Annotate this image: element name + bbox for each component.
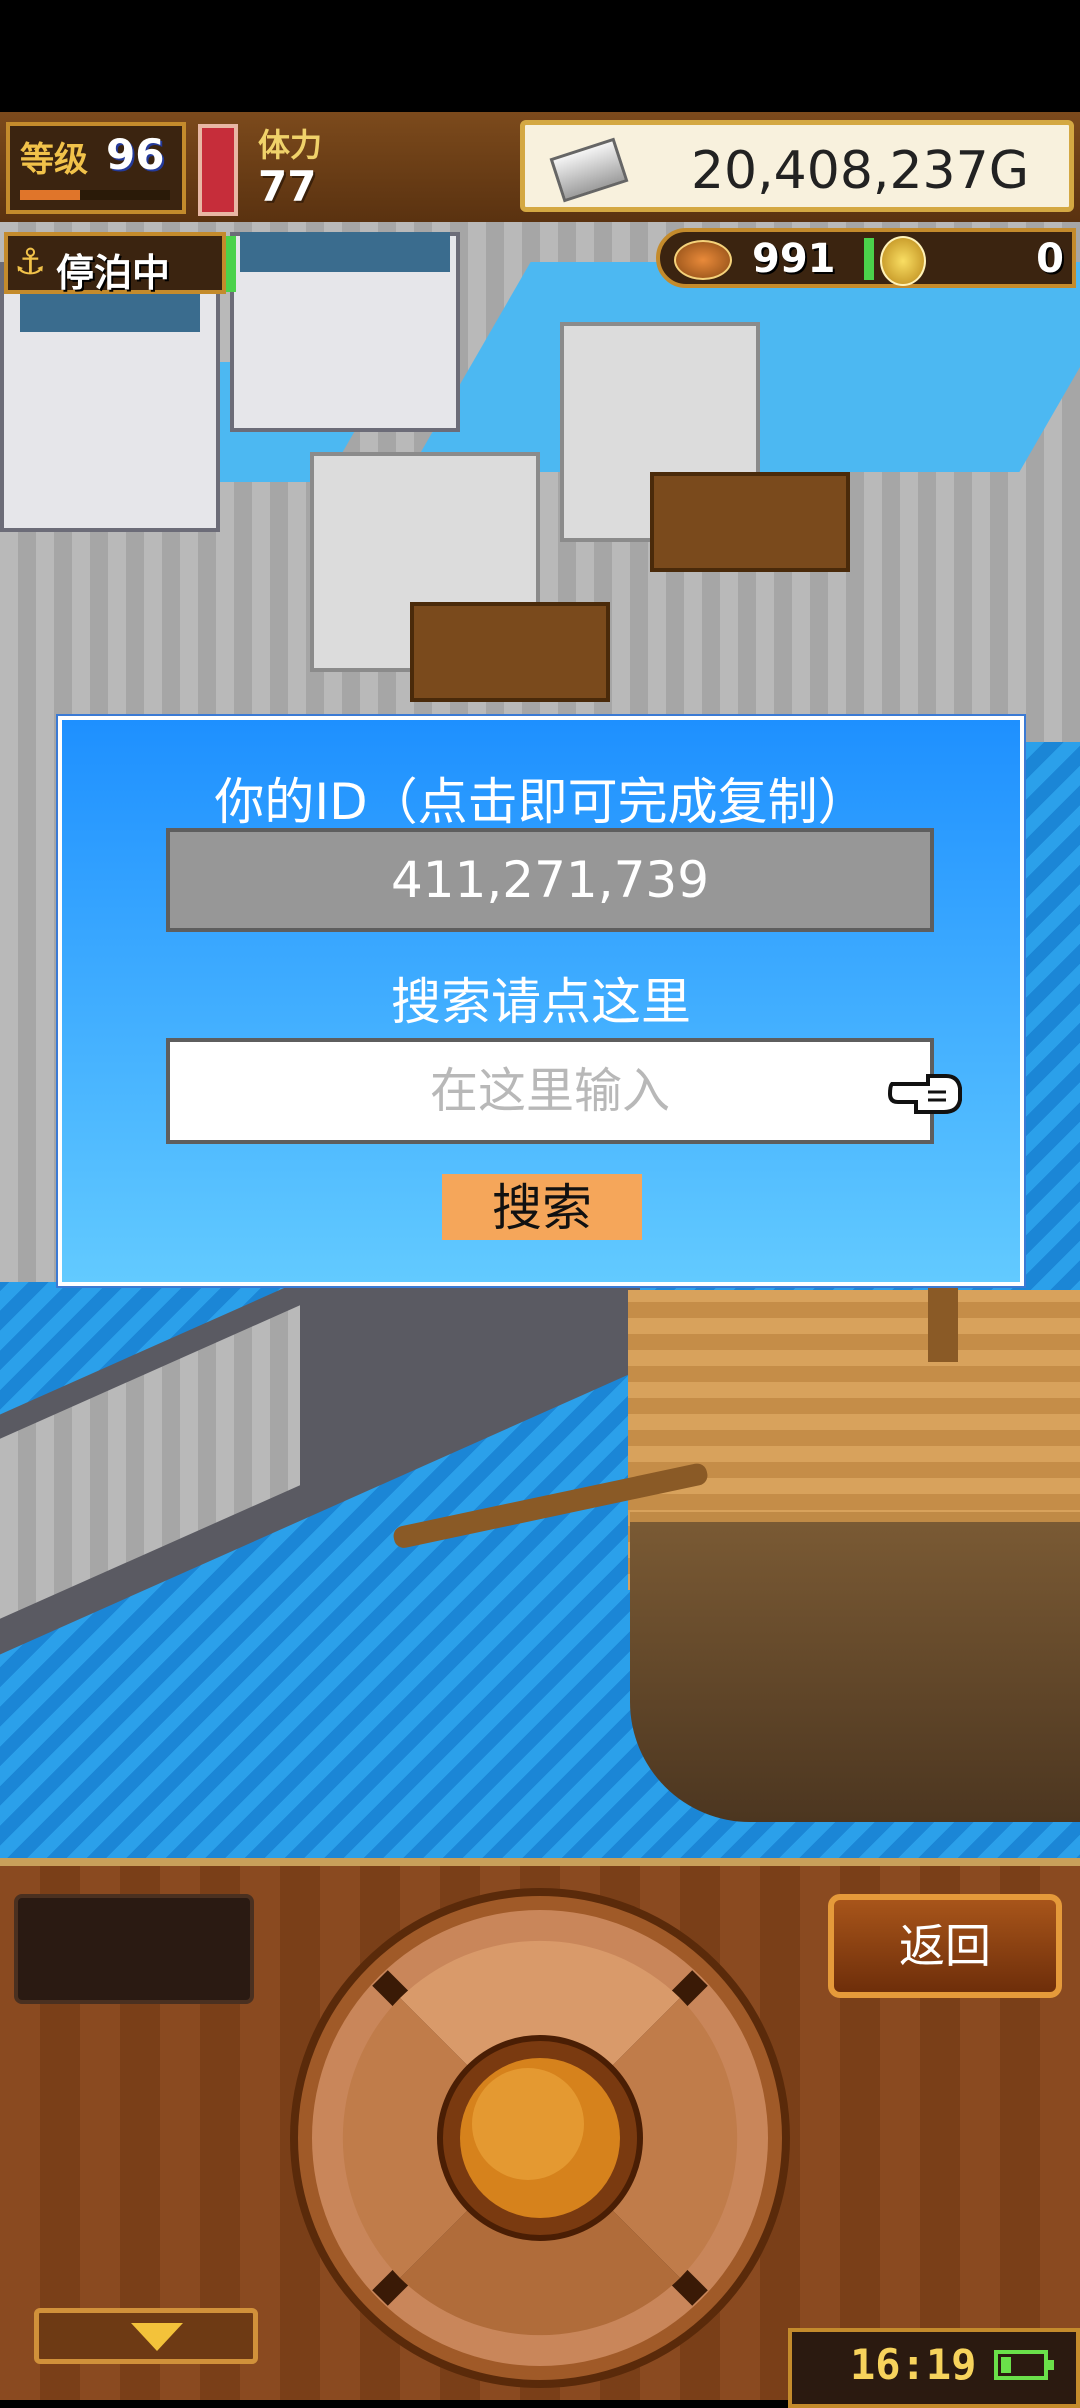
stamina-label: 体力 xyxy=(258,126,323,164)
medal-count: 0 xyxy=(1036,236,1064,282)
market-stall-right[interactable] xyxy=(650,472,850,572)
control-panel: 返回 16:19 xyxy=(0,1858,1080,2408)
player-id-value[interactable]: 411,271,739 xyxy=(170,832,930,928)
clock-time: 16:19 xyxy=(850,2340,977,2389)
experience-bar-fill xyxy=(20,190,80,200)
resource-panel: 991 0 xyxy=(656,228,1076,288)
arrow-down-icon xyxy=(131,2323,183,2351)
item-slot[interactable] xyxy=(14,1894,254,2004)
search-label: 搜索请点这里 xyxy=(391,973,691,1031)
level-label: 等级 xyxy=(20,140,88,180)
clock-panel: 16:19 xyxy=(788,2328,1080,2408)
townhouse-roof xyxy=(240,232,450,272)
battery-level xyxy=(1001,2357,1011,2373)
anchor-status-text: 停泊中 xyxy=(56,251,171,295)
directional-pad[interactable] xyxy=(290,1888,790,2388)
gold-panel: 20,408,237G xyxy=(520,120,1074,212)
anchor-status-panel: ⚓ 停泊中 xyxy=(4,232,226,295)
battery-icon xyxy=(994,2350,1054,2380)
level-panel: 等级 96 xyxy=(6,122,186,214)
friend-id-dialog: 你的ID（点击即可完成复制） 411,271,739 搜索请点这里 搜索 xyxy=(58,716,1024,1286)
medal-coin-icon xyxy=(880,236,926,286)
menu-toggle-button[interactable] xyxy=(34,2308,258,2364)
experience-bar xyxy=(20,190,170,200)
ship-mast xyxy=(928,1282,958,1362)
level-value: 96 xyxy=(106,130,165,179)
stamina-value: 77 xyxy=(258,162,317,211)
ship-hull xyxy=(630,1512,1080,1822)
pointing-hand-icon xyxy=(888,1074,962,1114)
player-id-box[interactable]: 411,271,739 xyxy=(166,828,934,932)
dialog-title: 你的ID（点击即可完成复制） xyxy=(214,773,868,831)
status-bar xyxy=(0,0,1080,112)
gold-bar-icon xyxy=(549,137,629,203)
hud-bar: 等级 96 体力 77 20,408,237G xyxy=(0,112,1080,226)
fish-count: 991 xyxy=(752,236,836,282)
fish-icon xyxy=(674,240,732,280)
stamina-gauge xyxy=(198,124,238,216)
search-input[interactable] xyxy=(166,1038,934,1144)
back-button[interactable]: 返回 xyxy=(828,1894,1062,1998)
anchor-icon: ⚓ xyxy=(14,242,47,283)
search-button[interactable]: 搜索 xyxy=(442,1174,642,1240)
resource-separator xyxy=(864,238,874,280)
gold-value: 20,408,237G xyxy=(690,141,1029,201)
anchor-indicator xyxy=(226,236,236,292)
market-stall-left[interactable] xyxy=(410,602,610,702)
